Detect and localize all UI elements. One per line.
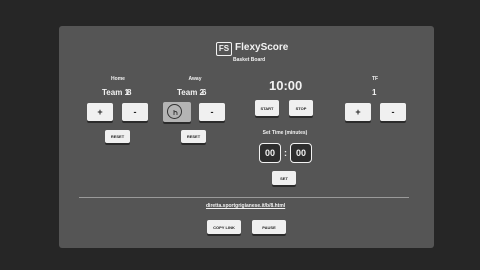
away-reset-button[interactable]: RESET: [181, 130, 206, 143]
home-label: Home: [111, 76, 125, 82]
seconds-input[interactable]: 00: [290, 143, 312, 163]
away-label: Away: [188, 76, 202, 82]
home-plus-button[interactable]: +: [87, 103, 113, 121]
stop-button[interactable]: STOP: [289, 100, 313, 116]
divider: [79, 197, 409, 198]
copy-link-button[interactable]: COPY LINK: [207, 220, 241, 234]
away-score: 6: [202, 88, 207, 97]
away-plus-button[interactable]: [163, 102, 191, 122]
period-minus-button[interactable]: -: [380, 103, 406, 121]
app-name: FlexyScore: [235, 42, 289, 53]
period-value: 1: [372, 88, 377, 97]
time-separator: :: [284, 148, 287, 158]
pause-button[interactable]: PAUSE: [252, 220, 286, 234]
home-score: 8: [127, 88, 132, 97]
game-clock: 10:00: [269, 78, 303, 93]
away-team-name: Team 2: [177, 88, 204, 97]
set-time-label: Set Time (minutes): [262, 130, 308, 136]
period-label: TF: [371, 76, 379, 82]
minutes-input[interactable]: 00: [259, 143, 281, 163]
home-reset-button[interactable]: RESET: [105, 130, 130, 143]
home-team-name: Team 1: [102, 88, 129, 97]
live-link[interactable]: diretta.sportgrigianese.it/b/8.html: [206, 203, 285, 209]
hand-cursor-icon: [167, 104, 182, 119]
start-button[interactable]: START: [255, 100, 279, 116]
home-minus-button[interactable]: -: [122, 103, 148, 121]
sport-subtitle: Basket Board: [233, 57, 266, 63]
set-button[interactable]: SET: [272, 171, 296, 185]
scoreboard-panel: FS FlexyScore Basket Board Home Team 1 8…: [59, 26, 434, 248]
away-minus-button[interactable]: -: [199, 103, 225, 121]
flexyscore-logo-icon: FS: [216, 42, 232, 56]
period-plus-button[interactable]: +: [345, 103, 371, 121]
